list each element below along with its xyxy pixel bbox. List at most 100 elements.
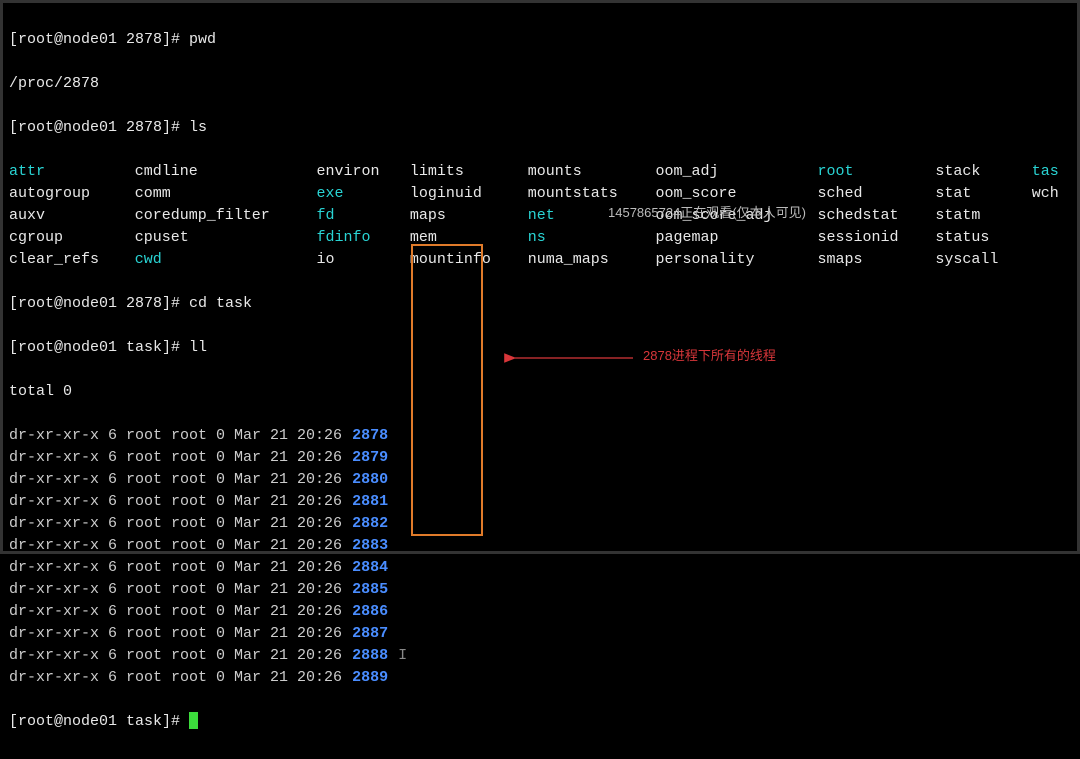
ll-pid: 2885 <box>342 579 398 601</box>
ls-cell: syscall <box>935 249 1031 271</box>
ls-cell: stat <box>935 183 1031 205</box>
ls-cell: attr <box>9 161 135 183</box>
ls-cell: personality <box>655 249 817 271</box>
ls-cell: cwd <box>135 249 317 271</box>
annotation-label: 2878进程下所有的线程 <box>643 345 776 364</box>
ll-row: dr-xr-xr-x 6 root root 0 Mar 21 20:26288… <box>9 601 1071 623</box>
prompt: [root@node01 task]# <box>9 339 189 356</box>
ls-cell: cgroup <box>9 227 135 249</box>
ll-row: dr-xr-xr-x 6 root root 0 Mar 21 20:26288… <box>9 557 1071 579</box>
ls-cell: fd <box>317 205 410 227</box>
text-cursor-icon: I <box>398 645 407 667</box>
command-ll: ll <box>189 339 207 356</box>
ll-pid: 2887 <box>342 623 398 645</box>
ls-cell: autogroup <box>9 183 135 205</box>
ls-cell: numa_maps <box>528 249 656 271</box>
ls-cell: cpuset <box>135 227 317 249</box>
ls-row: auxvcoredump_filterfdmapsnetoom_score_ad… <box>9 205 1071 227</box>
ls-row: clear_refscwdiomountinfonuma_mapspersona… <box>9 249 1071 271</box>
ll-row: dr-xr-xr-x 6 root root 0 Mar 21 20:26288… <box>9 667 1071 689</box>
ll-pid: 2879 <box>342 447 398 469</box>
ls-row: autogroupcommexeloginuidmountstatsoom_sc… <box>9 183 1071 205</box>
ls-cell: status <box>935 227 1031 249</box>
command-ls: ls <box>189 119 207 136</box>
ll-prefix: dr-xr-xr-x 6 root root 0 Mar 21 20:26 <box>9 557 342 579</box>
cursor-block <box>189 712 198 729</box>
ls-cell: mounts <box>528 161 656 183</box>
ll-prefix: dr-xr-xr-x 6 root root 0 Mar 21 20:26 <box>9 491 342 513</box>
line-cdtask-cmd: [root@node01 2878]# cd task <box>9 293 1071 315</box>
ls-cell: oom_adj <box>655 161 817 183</box>
ll-row: dr-xr-xr-x 6 root root 0 Mar 21 20:26288… <box>9 645 1071 667</box>
ls-cell: io <box>317 249 410 271</box>
ls-cell <box>1032 205 1071 227</box>
ls-cell: ns <box>528 227 656 249</box>
line-final-prompt: [root@node01 task]# <box>9 711 1071 733</box>
ll-row: dr-xr-xr-x 6 root root 0 Mar 21 20:26287… <box>9 425 1071 447</box>
ll-pid: 2878 <box>342 425 398 447</box>
prompt: [root@node01 2878]# <box>9 295 189 312</box>
ll-prefix: dr-xr-xr-x 6 root root 0 Mar 21 20:26 <box>9 645 342 667</box>
line-pwd-cmd: [root@node01 2878]# pwd <box>9 29 1071 51</box>
ls-row: cgroupcpusetfdinfomemnspagemapsessionids… <box>9 227 1071 249</box>
ll-output: dr-xr-xr-x 6 root root 0 Mar 21 20:26287… <box>9 425 1071 689</box>
ls-output: attrcmdlineenvironlimitsmountsoom_adjroo… <box>9 161 1071 271</box>
pwd-output: /proc/2878 <box>9 73 1071 95</box>
prompt: [root@node01 task]# <box>9 713 189 730</box>
ls-cell: comm <box>135 183 317 205</box>
ll-prefix: dr-xr-xr-x 6 root root 0 Mar 21 20:26 <box>9 601 342 623</box>
ll-pid: 2882 <box>342 513 398 535</box>
ls-row: attrcmdlineenvironlimitsmountsoom_adjroo… <box>9 161 1071 183</box>
ll-row: dr-xr-xr-x 6 root root 0 Mar 21 20:26288… <box>9 579 1071 601</box>
ll-prefix: dr-xr-xr-x 6 root root 0 Mar 21 20:26 <box>9 447 342 469</box>
ll-pid: 2889 <box>342 667 398 689</box>
ll-row: dr-xr-xr-x 6 root root 0 Mar 21 20:26288… <box>9 469 1071 491</box>
ls-cell: pagemap <box>655 227 817 249</box>
command-cdtask: cd task <box>189 295 252 312</box>
line-ll-cmd: [root@node01 task]# ll <box>9 337 1071 359</box>
ll-pid: 2886 <box>342 601 398 623</box>
ls-cell: wch <box>1032 183 1071 205</box>
ls-cell: loginuid <box>410 183 528 205</box>
ls-cell: smaps <box>818 249 936 271</box>
line-ls-cmd: [root@node01 2878]# ls <box>9 117 1071 139</box>
ls-cell: sched <box>818 183 936 205</box>
ls-cell: clear_refs <box>9 249 135 271</box>
ll-pid: 2884 <box>342 557 398 579</box>
ll-prefix: dr-xr-xr-x 6 root root 0 Mar 21 20:26 <box>9 667 342 689</box>
command-pwd: pwd <box>189 31 216 48</box>
ll-pid: 2888 <box>342 645 398 667</box>
ls-cell: limits <box>410 161 528 183</box>
ls-cell: mountinfo <box>410 249 528 271</box>
ll-prefix: dr-xr-xr-x 6 root root 0 Mar 21 20:26 <box>9 469 342 491</box>
ls-cell: auxv <box>9 205 135 227</box>
ll-pid: 2881 <box>342 491 398 513</box>
ls-cell: environ <box>317 161 410 183</box>
ls-cell: fdinfo <box>317 227 410 249</box>
watermark: 1457865724正在观看(仅本人可见) <box>608 202 806 221</box>
ls-cell: statm <box>935 205 1031 227</box>
ls-cell: cmdline <box>135 161 317 183</box>
ls-cell <box>1032 249 1071 271</box>
ls-cell: tas <box>1032 161 1071 183</box>
ll-prefix: dr-xr-xr-x 6 root root 0 Mar 21 20:26 <box>9 623 342 645</box>
ll-row: dr-xr-xr-x 6 root root 0 Mar 21 20:26288… <box>9 513 1071 535</box>
ls-cell: root <box>818 161 936 183</box>
prompt: [root@node01 2878]# <box>9 31 189 48</box>
ll-row: dr-xr-xr-x 6 root root 0 Mar 21 20:26287… <box>9 447 1071 469</box>
terminal[interactable]: [root@node01 2878]# pwd /proc/2878 [root… <box>3 3 1077 759</box>
ls-cell: schedstat <box>818 205 936 227</box>
ll-row: dr-xr-xr-x 6 root root 0 Mar 21 20:26288… <box>9 623 1071 645</box>
prompt: [root@node01 2878]# <box>9 119 189 136</box>
ls-cell: maps <box>410 205 528 227</box>
ls-cell: coredump_filter <box>135 205 317 227</box>
ll-pid: 2880 <box>342 469 398 491</box>
ll-prefix: dr-xr-xr-x 6 root root 0 Mar 21 20:26 <box>9 579 342 601</box>
ls-cell <box>1032 227 1071 249</box>
ls-cell: stack <box>935 161 1031 183</box>
ll-row: dr-xr-xr-x 6 root root 0 Mar 21 20:26288… <box>9 491 1071 513</box>
ll-total: total 0 <box>9 381 1071 403</box>
ls-cell: exe <box>317 183 410 205</box>
ll-prefix: dr-xr-xr-x 6 root root 0 Mar 21 20:26 <box>9 513 342 535</box>
ll-prefix: dr-xr-xr-x 6 root root 0 Mar 21 20:26 <box>9 425 342 447</box>
